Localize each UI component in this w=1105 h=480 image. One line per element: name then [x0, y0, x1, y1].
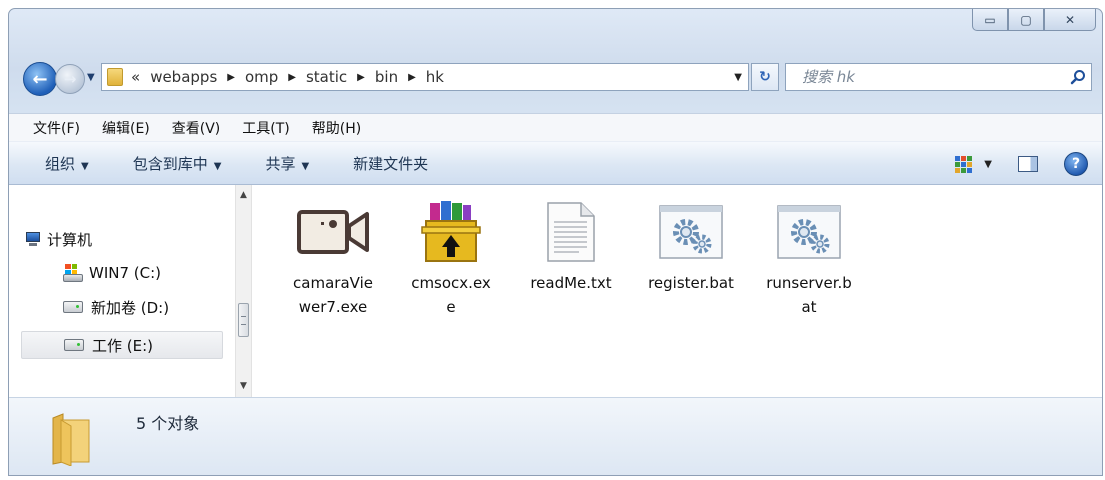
content-area: 计算机 WIN7 (C:) 新加卷 (D:) 工作 (E:) ▲ ▼ camar…: [9, 185, 1102, 397]
sidebar-item-win7[interactable]: WIN7 (C:): [63, 259, 161, 287]
chevron-right-icon[interactable]: ▶: [357, 72, 365, 83]
camera-icon: [281, 199, 385, 265]
breadcrumb-bin[interactable]: bin: [375, 68, 398, 86]
navigation-pane: 计算机 WIN7 (C:) 新加卷 (D:) 工作 (E:): [9, 185, 235, 397]
sidebar-item-label: WIN7 (C:): [89, 264, 162, 282]
breadcrumb-hk[interactable]: hk: [426, 68, 444, 86]
scroll-thumb[interactable]: [238, 303, 249, 337]
view-controls: ▼ ?: [955, 152, 1088, 176]
item-count: 5 个对象: [136, 414, 200, 433]
sidebar-item-drive-e[interactable]: 工作 (E:): [21, 331, 223, 359]
help-icon[interactable]: ?: [1064, 152, 1088, 176]
chevron-down-icon: ▼: [213, 160, 222, 172]
refresh-icon: ↻: [759, 69, 771, 85]
include-in-library-label: 包含到库中: [132, 154, 208, 173]
share-label: 共享: [265, 154, 296, 173]
scroll-up-icon[interactable]: ▲: [236, 187, 251, 204]
sidebar-item-drive-d[interactable]: 新加卷 (D:): [63, 293, 169, 321]
menu-view[interactable]: 查看(V): [172, 118, 221, 138]
caption-buttons: ▭ ▢ ✕: [972, 9, 1096, 31]
maximize-icon: ▢: [1020, 12, 1032, 27]
command-bar: 组织 ▼ 包含到库中 ▼ 共享 ▼ 新建文件夹 ▼ ?: [9, 141, 1102, 185]
file-item[interactable]: readMe.txt: [519, 199, 623, 295]
menu-file[interactable]: 文件(F): [33, 118, 80, 138]
breadcrumb-webapps[interactable]: webapps: [150, 68, 217, 86]
file-name: register.bat: [648, 274, 734, 292]
preview-pane-icon[interactable]: [1018, 156, 1038, 172]
sidebar-item-label: 新加卷 (D:): [91, 298, 170, 317]
maximize-button[interactable]: ▢: [1008, 9, 1044, 31]
minimize-button[interactable]: ▭: [972, 9, 1008, 31]
file-name: cmsocx.exe: [411, 274, 491, 316]
sidebar-item-computer[interactable]: 计算机: [23, 225, 92, 253]
menu-help[interactable]: 帮助(H): [312, 118, 361, 138]
history-dropdown-icon[interactable]: ▼: [87, 69, 99, 87]
chevron-down-icon: ▼: [81, 160, 89, 172]
file-item[interactable]: camaraViewer7.exe: [281, 199, 385, 319]
drive-icon: [63, 301, 83, 313]
breadcrumb-static[interactable]: static: [306, 68, 347, 86]
menu-bar: 文件(F) 编辑(E) 查看(V) 工具(T) 帮助(H): [9, 113, 1102, 141]
chevron-right-icon[interactable]: ▶: [288, 72, 296, 83]
sidebar-scrollbar[interactable]: ▲ ▼: [235, 185, 252, 397]
search-icon[interactable]: [1065, 69, 1091, 85]
file-item[interactable]: register.bat: [639, 199, 743, 295]
breadcrumb-omp[interactable]: omp: [245, 68, 278, 86]
close-icon: ✕: [1064, 12, 1076, 27]
chevron-down-icon: ▼: [301, 160, 310, 172]
drive-icon: [64, 339, 84, 351]
change-view-icon[interactable]: [955, 155, 973, 173]
navigation-row: ← → ▼ « webapps ▶ omp ▶ static ▶ bin ▶ h…: [19, 61, 1092, 97]
breadcrumb-overflow[interactable]: «: [131, 68, 140, 86]
folder-icon: [49, 410, 93, 467]
windows-drive-icon: [63, 264, 83, 282]
folder-icon: [107, 68, 123, 86]
organize-button[interactable]: 组织 ▼: [45, 153, 89, 174]
file-item[interactable]: runserver.bat: [757, 199, 861, 319]
include-in-library-button[interactable]: 包含到库中 ▼: [133, 153, 222, 174]
explorer-window: ▭ ▢ ✕ ← → ▼ « webapps ▶ omp ▶ static ▶ b…: [8, 8, 1103, 476]
view-dropdown-icon[interactable]: ▼: [984, 159, 992, 170]
sidebar-item-label: 工作 (E:): [92, 336, 154, 355]
help-glyph: ?: [1071, 156, 1081, 172]
file-item[interactable]: cmsocx.exe: [399, 199, 503, 319]
forward-button[interactable]: →: [55, 64, 85, 94]
search-input[interactable]: [786, 64, 1065, 90]
search-box[interactable]: [785, 63, 1092, 91]
file-name: readMe.txt: [530, 274, 612, 292]
menu-edit[interactable]: 编辑(E): [102, 118, 150, 138]
new-folder-button[interactable]: 新建文件夹: [353, 153, 428, 174]
menu-tools[interactable]: 工具(T): [242, 118, 289, 138]
organize-label: 组织: [45, 154, 76, 173]
chevron-right-icon[interactable]: ▶: [227, 72, 235, 83]
close-button[interactable]: ✕: [1044, 9, 1096, 31]
file-name: camaraViewer7.exe: [293, 274, 373, 316]
chevron-right-icon[interactable]: ▶: [408, 72, 416, 83]
back-arrow-icon: ←: [32, 68, 48, 90]
share-button[interactable]: 共享 ▼: [265, 153, 309, 174]
address-bar[interactable]: « webapps ▶ omp ▶ static ▶ bin ▶ hk ▼: [101, 63, 749, 91]
status-bar: 5 个对象: [9, 397, 1102, 475]
text-file-icon: [519, 199, 623, 265]
batch-file-icon: [757, 199, 861, 265]
refresh-button[interactable]: ↻: [751, 63, 779, 91]
back-button[interactable]: ←: [23, 62, 57, 96]
scroll-down-icon[interactable]: ▼: [236, 378, 251, 395]
sidebar-item-label: 计算机: [47, 230, 93, 249]
file-list: camaraViewer7.exe cmsocx.exe readMe.txt …: [271, 199, 1102, 379]
file-name: runserver.bat: [766, 274, 852, 316]
minimize-icon: ▭: [984, 12, 996, 27]
address-dropdown-icon[interactable]: ▼: [734, 72, 742, 83]
batch-file-icon: [639, 199, 743, 265]
forward-arrow-icon: →: [63, 70, 77, 88]
computer-icon: [23, 232, 41, 246]
winrar-icon: [399, 199, 503, 265]
